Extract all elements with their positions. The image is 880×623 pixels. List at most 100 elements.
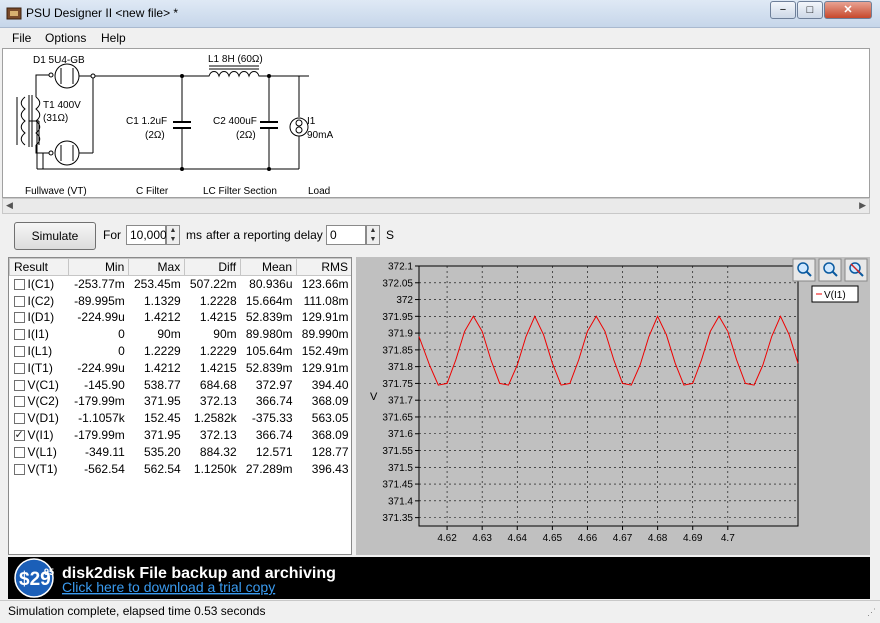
resize-grip-icon[interactable]: ⋰ — [867, 607, 876, 618]
x-tick-label: 4.67 — [613, 533, 633, 544]
x-tick-label: 4.63 — [472, 533, 492, 544]
close-button[interactable]: ✕ — [824, 1, 872, 19]
table-row[interactable]: V(L1) -349.11 535.20 884.32 12.571 128.77 — [10, 443, 352, 460]
col-diff[interactable]: Diff — [184, 258, 242, 276]
col-rms[interactable]: RMS — [296, 258, 351, 276]
table-row[interactable]: I(I1) 0 90m 90m 89.980m 89.990m — [10, 326, 352, 343]
status-text: Simulation complete, elapsed time 0.53 s… — [8, 604, 266, 618]
col-max[interactable]: Max — [128, 258, 186, 276]
cell-min: -179.99m — [74, 428, 125, 443]
col-min[interactable]: Min — [68, 258, 130, 276]
table-row[interactable]: I(T1) -224.99u 1.4212 1.4215 52.839m 129.91m — [10, 359, 352, 376]
table-row[interactable]: V(C1) -145.90 538.77 684.68 372.97 394.40 — [10, 376, 352, 393]
result-checkbox[interactable] — [13, 362, 25, 374]
spin-up-icon[interactable]: ▲ — [167, 226, 179, 235]
cell-max: 90m — [157, 327, 181, 342]
col-mean[interactable]: Mean — [240, 258, 298, 276]
menu-help[interactable]: Help — [101, 31, 126, 45]
zoom-in-button[interactable] — [792, 258, 816, 282]
result-checkbox[interactable] — [13, 413, 25, 425]
duration-spinner[interactable]: ▲ ▼ — [166, 225, 180, 245]
rectifier-tube-bottom[interactable] — [54, 140, 93, 166]
result-cell[interactable]: V(T1) — [10, 460, 69, 477]
result-checkbox[interactable] — [13, 396, 25, 408]
current-source-i1[interactable] — [289, 76, 309, 169]
price-cents: 95 — [44, 567, 54, 577]
result-checkbox[interactable] — [13, 463, 25, 475]
menu-file[interactable]: File — [12, 31, 31, 45]
result-checkbox[interactable] — [13, 329, 25, 341]
result-cell[interactable]: I(C2) — [10, 292, 69, 309]
table-row[interactable]: V(T1) -562.54 562.54 1.1250k 27.289m 396.43 — [10, 460, 352, 477]
result-checkbox[interactable] — [13, 446, 25, 458]
spin-down-icon[interactable]: ▼ — [167, 235, 179, 244]
title-bar[interactable]: PSU Designer II <new file> * − □ ✕ — [0, 0, 880, 28]
delay-spinner[interactable]: ▲ ▼ — [366, 225, 380, 245]
x-tick-label: 4.7 — [721, 533, 735, 544]
ad-graphic[interactable]: $29 95 disk2disk File backup and archivi… — [8, 557, 870, 599]
plot-area[interactable] — [418, 265, 799, 527]
result-checkbox[interactable] — [13, 295, 25, 307]
cell-max: 152.45 — [144, 411, 181, 426]
chart-legend: V(I1) — [811, 285, 859, 303]
table-row[interactable]: I(C1) -253.77m 253.45m 507.22m 80.936u 123.66… — [10, 276, 352, 293]
result-cell[interactable]: V(D1) — [10, 410, 69, 427]
spin-up-icon[interactable]: ▲ — [367, 226, 379, 235]
result-checkbox[interactable] — [13, 379, 25, 391]
y-axis-label: V — [370, 391, 378, 403]
result-cell[interactable]: I(L1) — [10, 343, 69, 360]
zoom-out-button[interactable] — [818, 258, 842, 282]
inductor-l1[interactable] — [185, 65, 309, 78]
result-cell[interactable]: I(D1) — [10, 309, 69, 326]
table-row[interactable]: V(D1) -1.1057k 152.45 1.2582k -375.33 563.05 — [10, 410, 352, 427]
col-result[interactable]: Result — [9, 258, 70, 276]
table-row[interactable]: I(C2) -89.995m 1.1329 1.2228 15.664m 111.08m — [10, 292, 352, 309]
for-label: For — [103, 228, 121, 242]
schematic-scrollbar[interactable]: ◀ ▶ — [2, 198, 870, 214]
cell-diff: 90m — [213, 327, 237, 342]
result-checkbox[interactable] — [13, 312, 25, 324]
result-cell[interactable]: I(T1) — [10, 359, 69, 376]
rectifier-tube-top[interactable] — [54, 63, 93, 89]
simulate-button[interactable]: Simulate — [14, 222, 96, 250]
table-row[interactable]: I(L1) 0 1.2229 1.2229 105.64m 152.49m — [10, 343, 352, 360]
minimize-button[interactable]: − — [770, 1, 796, 19]
result-checkbox[interactable] — [13, 346, 25, 358]
spin-down-icon[interactable]: ▼ — [367, 235, 379, 244]
scroll-left-icon[interactable]: ◀ — [6, 200, 13, 211]
table-row[interactable]: V(C2) -179.99m 371.95 372.13 366.74 368.09 — [10, 393, 352, 410]
chart-panel[interactable]: 372.1 372.05 372 371.95 371.9 371.85 371.8 371.… — [356, 257, 870, 555]
menu-options[interactable]: Options — [45, 31, 86, 45]
maximize-button[interactable]: □ — [797, 1, 823, 19]
capacitor-c2[interactable] — [260, 76, 278, 169]
result-cell[interactable]: V(L1) — [10, 443, 69, 460]
duration-input[interactable]: 10,000 — [126, 225, 167, 245]
result-cell[interactable]: I(I1) — [10, 326, 69, 343]
results-table[interactable]: Result Min Max Diff Mean RMS I(C1) -253.7… — [8, 257, 352, 555]
y-tick-label: 371.95 — [382, 312, 413, 323]
result-checkbox[interactable] — [13, 279, 25, 291]
schematic-panel[interactable]: D1 5U4-GB T1 400V (31Ω) L1 8H (60Ω) C1 1… — [2, 48, 870, 198]
table-row[interactable]: I(D1) -224.99u 1.4212 1.4215 52.839m 129.91m — [10, 309, 352, 326]
cell-diff: 1.1250k — [193, 461, 237, 476]
ad-banner[interactable]: $29 95 disk2disk File backup and archivi… — [8, 557, 870, 599]
capacitor-c1[interactable] — [173, 76, 191, 169]
y-tick-label: 371.35 — [382, 513, 413, 524]
result-cell[interactable]: I(C1) — [10, 276, 69, 293]
table-row[interactable]: V(I1) -179.99m 371.95 372.13 366.74 368.09 — [10, 427, 352, 444]
voltage-chart[interactable]: 372.1 372.05 372 371.95 371.9 371.85 371.8 371.… — [356, 257, 870, 555]
result-checkbox[interactable] — [13, 428, 25, 442]
y-tick-label: 372.05 — [382, 278, 413, 289]
delay-input[interactable]: 0 — [326, 225, 366, 245]
zoom-reset-button[interactable] — [844, 258, 868, 282]
label-d1: D1 5U4-GB — [33, 55, 85, 66]
cell-mean: 52.839m — [245, 310, 293, 325]
schematic-diagram[interactable]: D1 5U4-GB T1 400V (31Ω) L1 8H (60Ω) C1 1… — [3, 49, 870, 198]
cell-min: -253.77m — [74, 277, 125, 292]
result-cell[interactable]: V(I1) — [10, 427, 69, 444]
ad-download-link[interactable]: Click here to download a trial copy — [62, 579, 275, 595]
result-cell[interactable]: V(C2) — [10, 393, 69, 410]
result-cell[interactable]: V(C1) — [10, 376, 69, 393]
scroll-right-icon[interactable]: ▶ — [859, 200, 866, 211]
cell-rms: 152.49m — [301, 344, 349, 359]
